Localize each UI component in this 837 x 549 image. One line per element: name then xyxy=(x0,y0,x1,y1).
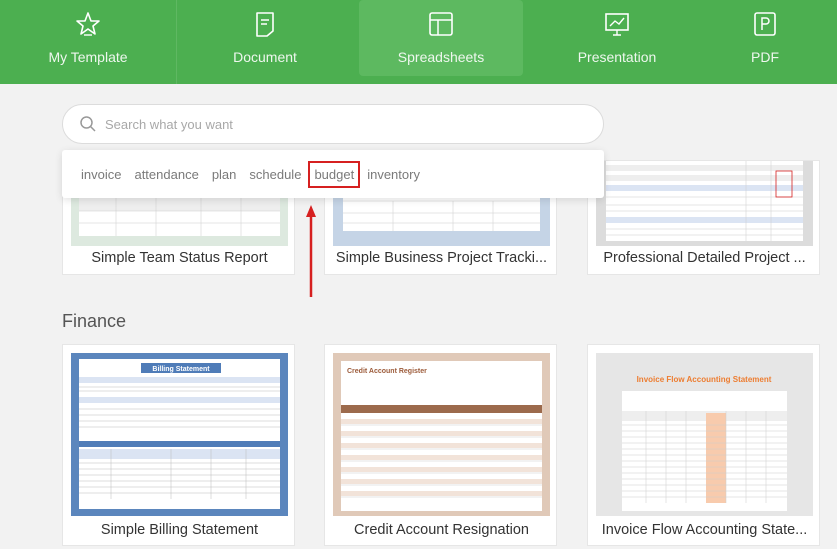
nav-document[interactable]: Document xyxy=(177,0,353,84)
card-title: Credit Account Resignation xyxy=(354,522,529,538)
suggestion-invoice[interactable]: invoice xyxy=(81,167,121,182)
template-thumbnail: Invoice Flow Accounting Statement xyxy=(596,353,813,516)
thumb-heading: Billing Statement xyxy=(152,366,210,373)
template-thumbnail xyxy=(596,161,813,246)
pdf-icon xyxy=(754,12,776,36)
nav-pdf[interactable]: PDF xyxy=(705,0,825,84)
suggestion-plan[interactable]: plan xyxy=(212,167,237,182)
thumb-heading: Credit Account Register xyxy=(347,368,427,375)
card-title: Simple Business Project Tracki... xyxy=(335,250,548,266)
document-icon xyxy=(256,12,274,37)
suggestion-attendance[interactable]: attendance xyxy=(134,167,198,182)
nav-presentation[interactable]: Presentation xyxy=(529,0,705,84)
section-title-finance: Finance xyxy=(62,311,127,331)
template-thumbnail: Credit Account Register xyxy=(333,353,550,516)
spreadsheet-icon xyxy=(429,12,453,36)
nav-my-template[interactable]: My Template xyxy=(0,0,176,84)
search-icon xyxy=(80,116,96,132)
template-card[interactable]: Billing Statement Simple Billing Stateme… xyxy=(62,344,295,546)
search-bar[interactable] xyxy=(62,104,604,144)
nav-label: Spreadsheets xyxy=(397,49,485,65)
template-thumbnail: Billing Statement xyxy=(71,353,288,516)
search-input[interactable] xyxy=(105,116,565,132)
template-card[interactable]: Invoice Flow Accounting Statement Invoic… xyxy=(587,344,820,546)
nav-label: Document xyxy=(233,49,297,65)
nav-label: Presentation xyxy=(577,49,657,65)
search-suggestions: invoice attendance plan schedule budget … xyxy=(62,150,604,198)
card-title: Professional Detailed Project ... xyxy=(603,250,806,266)
template-card[interactable]: Credit Account Register Credit Account R… xyxy=(324,344,557,546)
presentation-icon xyxy=(605,13,629,36)
red-arrow-annotation xyxy=(306,205,316,297)
card-title: Simple Team Status Report xyxy=(91,250,268,266)
suggestion-inventory[interactable]: inventory xyxy=(367,167,420,182)
nav-label: PDF xyxy=(751,49,779,65)
suggestion-budget[interactable]: budget xyxy=(308,160,361,188)
nav-spreadsheets[interactable]: Spreadsheets xyxy=(359,0,523,76)
template-card[interactable]: Professional Detailed Project ... xyxy=(587,160,820,275)
star-icon xyxy=(76,12,100,36)
card-title: Invoice Flow Accounting State... xyxy=(601,522,808,538)
suggestion-schedule[interactable]: schedule xyxy=(249,167,301,182)
top-nav: My Template Document Spreadsheets Presen… xyxy=(0,0,837,84)
nav-label: My Template xyxy=(48,49,128,65)
card-title: Simple Billing Statement xyxy=(100,522,259,538)
thumb-heading: Invoice Flow Accounting Statement xyxy=(637,375,772,384)
